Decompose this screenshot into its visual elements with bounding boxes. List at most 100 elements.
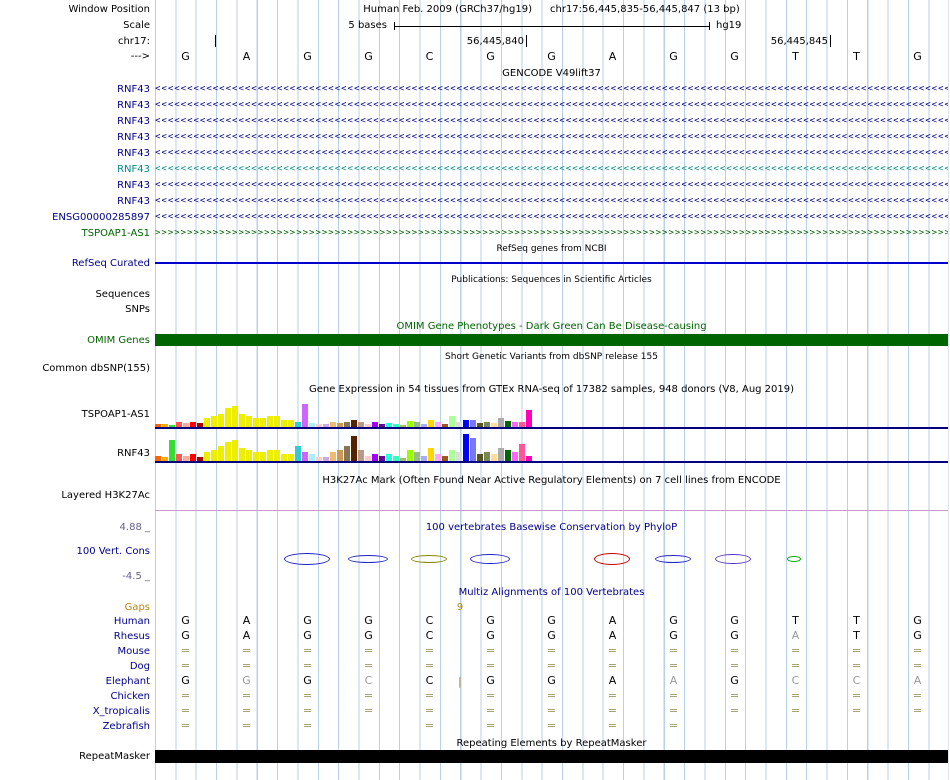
repeatmasker-label[interactable]: RepeatMasker	[0, 750, 150, 763]
gene-label[interactable]: RNF43	[0, 195, 150, 208]
gtex-tissue-bar[interactable]	[302, 404, 308, 428]
alignment-base: T	[792, 614, 799, 627]
conservation-peak[interactable]	[715, 554, 751, 564]
alignment-base: G	[730, 674, 739, 687]
alignment-base: T	[853, 629, 860, 642]
conservation-track-title: 100 vertebrates Basewise Conservation by…	[425, 522, 678, 533]
species-label[interactable]: Mouse	[0, 645, 150, 658]
gtex-track-title: Gene Expression in 54 tissues from GTEx …	[308, 384, 795, 395]
alignment-base: G	[181, 674, 190, 687]
gene-transcript-reverse[interactable]: <<<<<<<<<<<<<<<<<<<<<<<<<<<<<<<<<<<<<<<<…	[155, 84, 948, 95]
h3k27ac-baseline	[155, 510, 948, 511]
gtex-gene1-label[interactable]: TSPOAP1-AS1	[0, 408, 150, 421]
refseq-curated-label[interactable]: RefSeq Curated	[0, 257, 150, 270]
gaps-label[interactable]: Gaps	[0, 601, 150, 614]
alignment-base: =	[729, 704, 740, 717]
base-letter: A	[608, 50, 617, 63]
gtex-tissue-bar[interactable]	[232, 406, 238, 428]
gtex-tissue-bar[interactable]	[225, 442, 231, 462]
gene-transcript-forward[interactable]: >>>>>>>>>>>>>>>>>>>>>>>>>>>>>>>>>>>>>>>>…	[155, 228, 948, 239]
gene-label[interactable]: RNF43	[0, 147, 150, 160]
gtex-tissue-bar[interactable]	[239, 414, 245, 428]
gtex-tissue-bar[interactable]	[463, 434, 469, 462]
species-label[interactable]: Elephant	[0, 675, 150, 688]
gtex-tissue-bar[interactable]	[239, 448, 245, 462]
gtex-tissue-bar[interactable]	[526, 410, 532, 428]
alignment-base: =	[241, 659, 252, 672]
multiz-track-title: Multiz Alignments of 100 Vertebrates	[458, 587, 645, 598]
gtex-tissue-bar[interactable]	[351, 436, 357, 462]
dbsnp-label[interactable]: Common dbSNP(155)	[0, 362, 150, 375]
gene-label[interactable]: RNF43	[0, 83, 150, 96]
gene-label[interactable]: TSPOAP1-AS1	[0, 227, 150, 240]
species-label[interactable]: Zebrafish	[0, 720, 150, 733]
alignment-base: =	[485, 659, 496, 672]
conservation-peak[interactable]	[594, 553, 630, 565]
species-label[interactable]: Dog	[0, 660, 150, 673]
gtex-tissue-bar[interactable]	[470, 438, 476, 462]
conservation-peak[interactable]	[655, 555, 691, 563]
position-text: chr17:56,445,835-56,445,847 (13 bp)	[550, 4, 740, 15]
alignment-base: =	[180, 719, 191, 732]
conservation-peak[interactable]	[348, 555, 388, 563]
gtex-gene2-label[interactable]: RNF43	[0, 447, 150, 460]
alignment-base: A	[608, 629, 617, 642]
alignment-base: =	[546, 689, 557, 702]
gtex-tissue-bar[interactable]	[232, 440, 238, 462]
alignment-base: =	[851, 689, 862, 702]
alignment-base	[887, 719, 948, 733]
alignment-base: G	[242, 674, 251, 687]
gene-label[interactable]: ENSG00000285897	[0, 211, 150, 224]
gtex-tissue-bar[interactable]	[428, 448, 434, 462]
alignment-base: =	[607, 644, 618, 657]
omim-genes-label[interactable]: OMIM Genes	[0, 334, 150, 347]
gtex-tissue-bar[interactable]	[519, 444, 525, 462]
alignment-base: =	[546, 704, 557, 717]
gene-transcript-reverse[interactable]: <<<<<<<<<<<<<<<<<<<<<<<<<<<<<<<<<<<<<<<<…	[155, 116, 948, 127]
conservation-peak[interactable]	[470, 554, 510, 564]
sequences-label[interactable]: Sequences	[0, 288, 150, 301]
base-letter: G	[547, 50, 556, 63]
species-label[interactable]: Chicken	[0, 690, 150, 703]
repeatmasker-item[interactable]	[155, 750, 948, 763]
species-label[interactable]: Human	[0, 615, 150, 628]
alignment-base: =	[790, 644, 801, 657]
conservation-max-value: 4.88 _	[119, 522, 150, 533]
gene-transcript-reverse[interactable]: <<<<<<<<<<<<<<<<<<<<<<<<<<<<<<<<<<<<<<<<…	[155, 180, 948, 191]
gtex-barchart-tspoap1-as1	[155, 400, 533, 428]
omim-gene-item[interactable]	[155, 334, 948, 346]
gtex-tissue-bar[interactable]	[344, 446, 350, 462]
gtex-tissue-bar[interactable]	[218, 446, 224, 462]
gene-label[interactable]: RNF43	[0, 131, 150, 144]
gene-transcript-reverse[interactable]: <<<<<<<<<<<<<<<<<<<<<<<<<<<<<<<<<<<<<<<<…	[155, 196, 948, 207]
gene-label[interactable]: RNF43	[0, 163, 150, 176]
species-label[interactable]: Rhesus	[0, 630, 150, 643]
alignment-base: =	[424, 719, 435, 732]
gene-transcript-reverse[interactable]: <<<<<<<<<<<<<<<<<<<<<<<<<<<<<<<<<<<<<<<<…	[155, 132, 948, 143]
h3k27ac-label[interactable]: Layered H3K27Ac	[0, 489, 150, 502]
gene-label[interactable]: RNF43	[0, 179, 150, 192]
conservation-peak[interactable]	[411, 555, 447, 563]
gene-transcript-reverse[interactable]: <<<<<<<<<<<<<<<<<<<<<<<<<<<<<<<<<<<<<<<<…	[155, 148, 948, 159]
species-label[interactable]: X_tropicalis	[0, 705, 150, 718]
conservation-peak[interactable]	[787, 556, 801, 562]
alignment-base: =	[790, 704, 801, 717]
refseq-gene-item[interactable]	[155, 262, 948, 264]
snps-label[interactable]: SNPs	[0, 303, 150, 316]
gtex-tissue-bar[interactable]	[218, 414, 224, 428]
alignment-base	[338, 719, 399, 733]
gene-transcript-reverse[interactable]: <<<<<<<<<<<<<<<<<<<<<<<<<<<<<<<<<<<<<<<<…	[155, 164, 948, 175]
gtex-tissue-bar[interactable]	[169, 440, 175, 462]
alignment-base: =	[912, 704, 923, 717]
gene-transcript-reverse[interactable]: <<<<<<<<<<<<<<<<<<<<<<<<<<<<<<<<<<<<<<<<…	[155, 100, 948, 111]
gene-label[interactable]: RNF43	[0, 115, 150, 128]
gtex-tissue-bar[interactable]	[225, 408, 231, 428]
gtex-tissue-bar[interactable]	[295, 446, 301, 462]
gtex-tissue-bar[interactable]	[498, 448, 504, 462]
publications-track-title: Publications: Sequences in Scientific Ar…	[451, 275, 652, 285]
gene-transcript-reverse[interactable]: <<<<<<<<<<<<<<<<<<<<<<<<<<<<<<<<<<<<<<<<…	[155, 212, 948, 223]
conservation-peak[interactable]	[284, 553, 330, 565]
conservation-label[interactable]: 100 Vert. Cons	[0, 545, 150, 558]
assembly-tag: hg19	[716, 20, 742, 31]
gene-label[interactable]: RNF43	[0, 99, 150, 112]
